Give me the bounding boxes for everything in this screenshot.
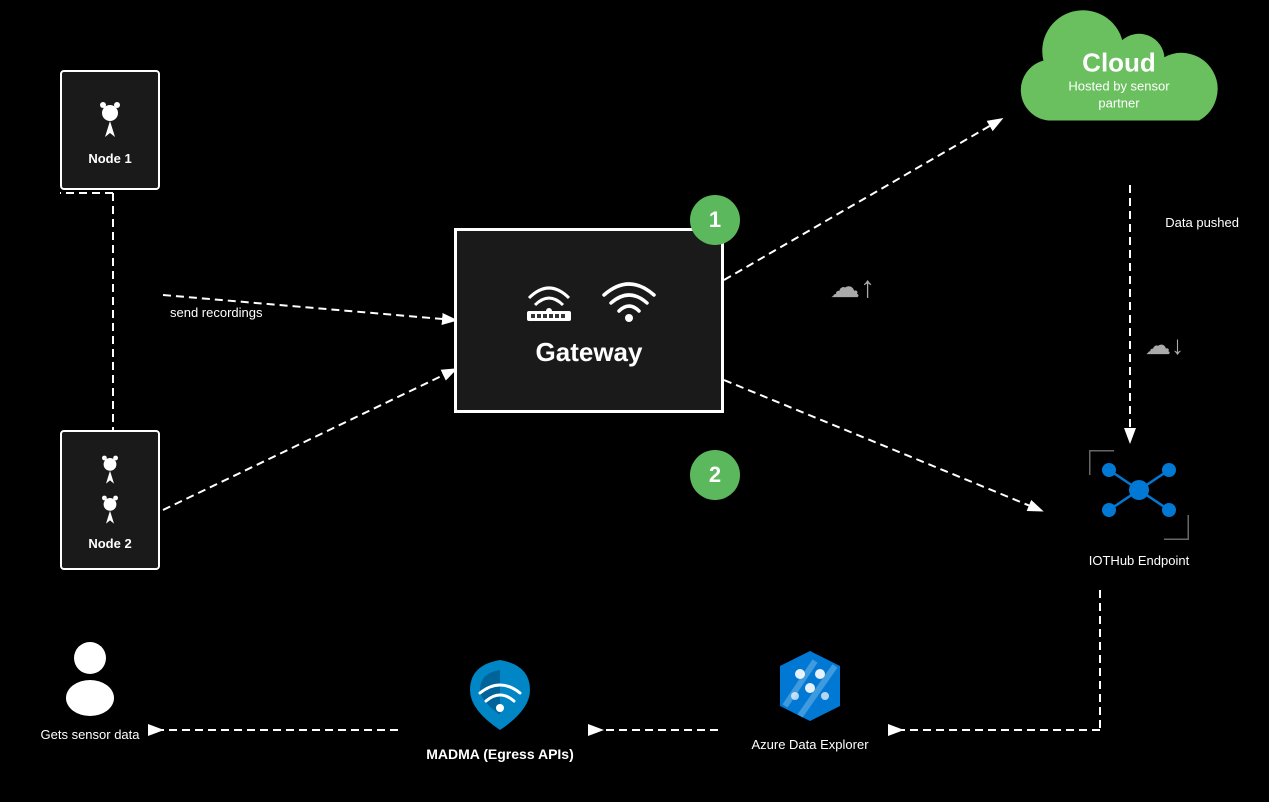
upload-cloud-icon: ☁↑ [830,270,875,305]
user-label: Gets sensor data [30,727,150,742]
cloud-shape: Cloud Hosted by sensor partner [999,10,1239,150]
cloud-text: Cloud Hosted by sensor partner [1059,48,1179,113]
cloud-title: Cloud [1059,48,1179,79]
iothub-label: IOTHub Endpoint [1069,553,1209,568]
node2-icon-bottom [90,490,130,530]
cloud-subtitle: Hosted by sensor partner [1059,79,1179,113]
gateway-box: Gateway [454,228,724,413]
user-icon [55,636,125,716]
cloud-container: Cloud Hosted by sensor partner [989,10,1249,150]
azure-container: Azure Data Explorer [720,646,900,752]
step1-circle: 1 [690,195,740,245]
data-pushed-label: Data pushed [1165,215,1239,230]
madma-container: MADMA (Egress APIs) [400,655,600,762]
node2-icon-top [90,450,130,490]
node1-label: Node 1 [88,151,131,166]
router-icon [519,273,579,323]
madma-label: MADMA (Egress APIs) [400,746,600,762]
user-container: Gets sensor data [30,636,150,742]
step2-number: 2 [709,462,721,488]
gateway-label: Gateway [536,337,643,368]
node1-icon [85,95,135,145]
wifi-icon [599,273,659,323]
send-recordings-label: send recordings [170,305,263,320]
node2-box: Node 2 [60,430,160,570]
step1-number: 1 [709,207,721,233]
iothub-icon [1089,450,1189,540]
gateway-icons [519,273,659,323]
iothub-container: IOTHub Endpoint [1069,450,1209,568]
azure-label: Azure Data Explorer [720,737,900,752]
node2-label: Node 2 [88,536,131,551]
diagram: Cloud Hosted by sensor partner Data push… [0,0,1269,802]
download-cloud-icon: ☁↓ [1145,330,1184,361]
step2-circle: 2 [690,450,740,500]
node1-box: Node 1 [60,70,160,190]
madma-icon [460,655,540,735]
azure-icon [770,646,850,726]
